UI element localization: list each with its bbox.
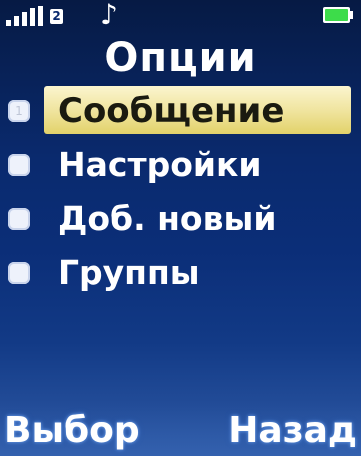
- menu-item-groups[interactable]: Группы: [0, 246, 361, 300]
- menu-item-label: Настройки: [58, 145, 262, 184]
- menu-item-settings[interactable]: Настройки: [0, 138, 361, 192]
- options-menu: 1 Сообщение Настройки Доб. новый Группы: [0, 84, 361, 300]
- bullet-number: 1: [15, 104, 23, 118]
- select-softkey[interactable]: Выбор: [4, 408, 140, 454]
- menu-item-label: Доб. новый: [58, 199, 277, 238]
- phone-screen: 2 ♪ Опции 1 Сообщение Настройки Доб. нов…: [0, 0, 361, 456]
- bullet-icon: [8, 208, 30, 230]
- battery-icon: [323, 7, 353, 23]
- menu-item-label: Группы: [58, 253, 200, 292]
- back-softkey[interactable]: Назад: [228, 408, 357, 454]
- signal-bars-icon: [6, 6, 43, 26]
- softkey-bar: Выбор Назад: [0, 404, 361, 456]
- bullet-icon: [8, 154, 30, 176]
- status-bar: 2 ♪: [0, 0, 361, 30]
- sim-slot-badge: 2: [50, 9, 63, 24]
- menu-item-add-new[interactable]: Доб. новый: [0, 192, 361, 246]
- bullet-icon: [8, 262, 30, 284]
- screen-title: Опции: [104, 35, 257, 81]
- menu-item-label: Сообщение: [58, 91, 285, 131]
- menu-item-message[interactable]: 1 Сообщение: [0, 84, 361, 138]
- music-note-icon: ♪: [100, 0, 118, 31]
